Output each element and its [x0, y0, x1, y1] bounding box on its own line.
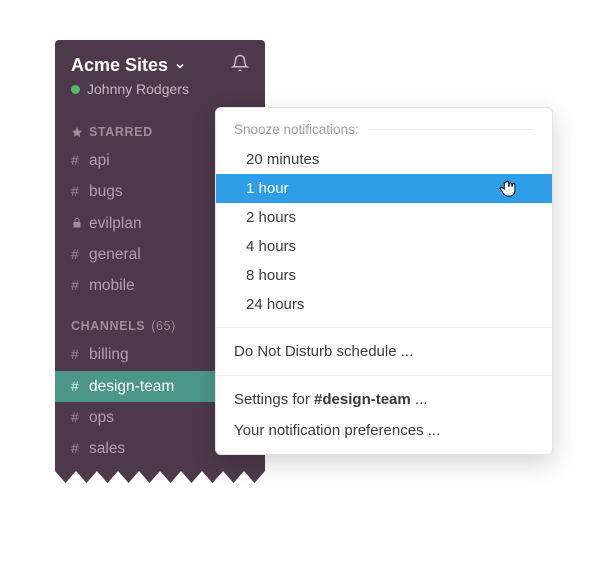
hash-icon: #	[71, 150, 89, 171]
snooze-option-4-hours[interactable]: 4 hours	[216, 232, 552, 261]
sidebar-item-label: billing	[89, 343, 129, 366]
settings-suffix: ...	[411, 391, 428, 408]
snooze-option-1-hour[interactable]: 1 hour	[216, 174, 552, 203]
hash-icon: #	[71, 407, 89, 428]
snooze-option-20-minutes[interactable]: 20 minutes	[216, 145, 552, 174]
bell-icon	[231, 54, 249, 72]
torn-edge-decoration	[55, 471, 265, 485]
snooze-option-24-hours[interactable]: 24 hours	[216, 290, 552, 319]
sidebar-item-label: mobile	[89, 274, 135, 297]
section-title-starred: STARRED	[89, 125, 153, 139]
star-icon	[71, 126, 83, 138]
dnd-schedule-link[interactable]: Do Not Disturb schedule ...	[216, 336, 552, 367]
settings-prefix: Settings for	[234, 391, 314, 408]
sidebar-item-label: evilplan	[89, 212, 142, 235]
popover-title-label: Snooze notifications:	[234, 122, 359, 137]
sidebar-item-label: general	[89, 243, 141, 266]
team-name-label: Acme Sites	[71, 55, 168, 76]
team-row: Acme Sites	[71, 54, 249, 77]
pointer-cursor-icon	[498, 176, 518, 200]
snooze-option-label: 1 hour	[246, 180, 289, 197]
popover-divider	[216, 327, 552, 328]
notifications-bell-button[interactable]	[231, 54, 249, 77]
user-row[interactable]: Johnny Rodgers	[71, 81, 249, 97]
chevron-down-icon	[174, 60, 186, 72]
hash-icon: #	[71, 438, 89, 459]
channels-count: (65)	[151, 319, 176, 333]
popover-divider	[216, 375, 552, 376]
hash-icon: #	[71, 181, 89, 202]
sidebar-item-label: ops	[89, 406, 114, 429]
notification-prefs-link[interactable]: Your notification preferences ...	[216, 415, 552, 446]
channel-settings-link[interactable]: Settings for #design-team ...	[216, 384, 552, 415]
snooze-popover: Snooze notifications: 20 minutes 1 hour …	[215, 107, 553, 455]
hash-icon: #	[71, 275, 89, 296]
lock-icon	[71, 217, 89, 229]
popover-title: Snooze notifications:	[216, 118, 552, 145]
section-title-channels: CHANNELS	[71, 319, 145, 333]
sidebar-header: Acme Sites Johnny Rodgers	[55, 40, 265, 107]
sidebar-item-label: design-team	[89, 375, 174, 398]
settings-channel-name: #design-team	[314, 391, 411, 408]
hash-icon: #	[71, 376, 89, 397]
sidebar-item-label: bugs	[89, 180, 123, 203]
snooze-option-2-hours[interactable]: 2 hours	[216, 203, 552, 232]
user-name-label: Johnny Rodgers	[87, 81, 189, 97]
hash-icon: #	[71, 244, 89, 265]
snooze-option-8-hours[interactable]: 8 hours	[216, 261, 552, 290]
team-switcher[interactable]: Acme Sites	[71, 55, 186, 76]
sidebar-item-label: api	[89, 149, 110, 172]
presence-indicator	[71, 85, 80, 94]
hash-icon: #	[71, 344, 89, 365]
sidebar-item-label: sales	[89, 437, 125, 460]
